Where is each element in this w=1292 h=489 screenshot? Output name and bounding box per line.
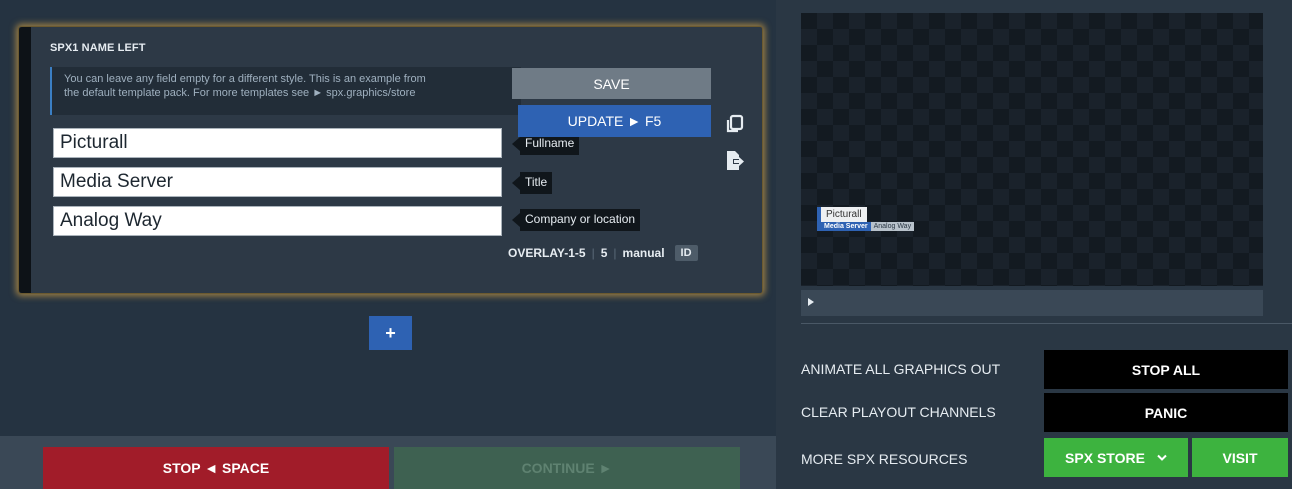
bottom-bar: STOP ◄ SPACE CONTINUE ► <box>0 436 776 489</box>
preview-player-bar[interactable] <box>801 290 1263 316</box>
stop-all-button[interactable]: STOP ALL <box>1044 350 1288 389</box>
panic-button[interactable]: PANIC <box>1044 393 1288 432</box>
preview-subline: Media Server Analog Way <box>817 222 915 231</box>
title-tooltip: Title <box>511 172 553 194</box>
add-item-button[interactable]: + <box>369 316 412 350</box>
title-field[interactable]: Media Server <box>53 167 502 197</box>
save-button[interactable]: SAVE <box>512 68 711 99</box>
preview-title: Media Server <box>817 222 871 231</box>
info-line: You can leave any field empty for a diff… <box>64 73 426 85</box>
card-drag-handle[interactable] <box>19 27 31 293</box>
meta-separator: | <box>613 246 617 260</box>
output-panel: Picturall Media Server Analog Way ANIMAT… <box>776 0 1292 489</box>
template-card[interactable]: SPX1 NAME LEFT You can leave any field e… <box>18 26 763 294</box>
preview-name: Picturall <box>817 207 867 222</box>
meta-separator: | <box>591 246 595 260</box>
chevron-down-icon <box>1157 454 1167 461</box>
spx-store-dropdown[interactable]: SPX STORE <box>1044 438 1188 477</box>
spx-store-label: SPX STORE <box>1065 449 1145 466</box>
export-icon[interactable] <box>725 150 745 177</box>
update-button[interactable]: UPDATE ► F5 <box>518 105 711 137</box>
card-title: SPX1 NAME LEFT <box>50 42 146 54</box>
layer-label: OVERLAY-1-5 <box>508 246 586 260</box>
copy-icon[interactable] <box>725 114 745 139</box>
clear-channels-label: CLEAR PLAYOUT CHANNELS <box>801 404 996 420</box>
info-box: You can leave any field empty for a diff… <box>50 67 521 115</box>
visit-button[interactable]: VISIT <box>1192 438 1288 477</box>
info-line: the default template pack. For more temp… <box>64 87 416 99</box>
company-field[interactable]: Analog Way <box>53 206 502 236</box>
play-mode: manual <box>622 246 665 260</box>
preview-overlay: Picturall Media Server Analog Way <box>817 204 915 231</box>
id-badge[interactable]: ID <box>674 245 698 261</box>
play-icon[interactable] <box>808 298 814 306</box>
animate-out-label: ANIMATE ALL GRAPHICS OUT <box>801 361 1001 377</box>
layer-count: 5 <box>600 246 608 260</box>
preview-window: Picturall Media Server Analog Way <box>801 13 1263 286</box>
divider <box>801 323 1292 324</box>
item-meta: OVERLAY-1-5 | 5 | manual ID <box>508 245 698 261</box>
continue-button[interactable]: CONTINUE ► <box>394 447 740 489</box>
preview-company: Analog Way <box>870 222 915 231</box>
stop-button[interactable]: STOP ◄ SPACE <box>43 447 389 489</box>
fullname-field[interactable]: Picturall <box>53 128 502 158</box>
resources-label: MORE SPX RESOURCES <box>801 451 968 467</box>
company-tooltip: Company or location <box>511 209 641 231</box>
rundown-panel: SPX1 NAME LEFT You can leave any field e… <box>0 0 776 436</box>
